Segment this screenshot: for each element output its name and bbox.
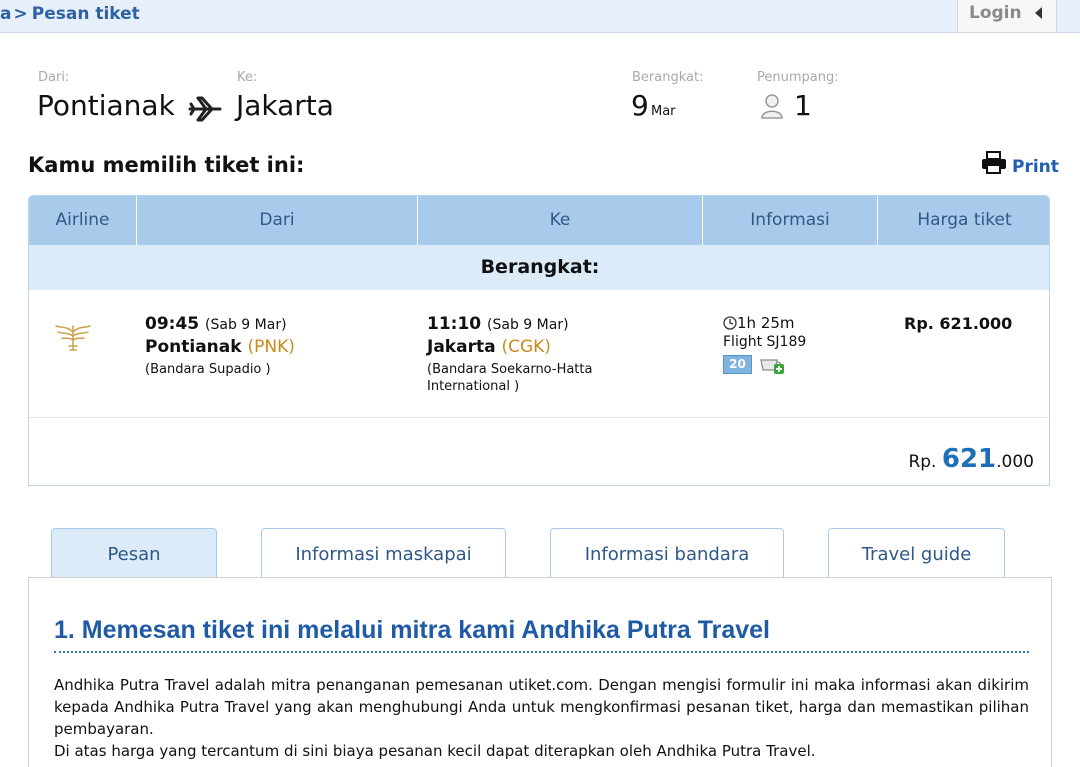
printer-icon[interactable] — [981, 151, 1007, 175]
flight-duration: 1h 25m — [723, 314, 795, 332]
departure-group-label: Berangkat: — [29, 245, 1049, 290]
panel-description: Andhika Putra Travel adalah mitra penang… — [54, 674, 1029, 762]
panel-paragraph-2: Di atas harga yang tercantum di sini bia… — [54, 742, 816, 760]
arrival-city-name: Jakarta — [427, 337, 496, 357]
panel-title: 1. Memesan tiket ini melalui mitra kami … — [54, 616, 771, 644]
login-label: Login — [969, 3, 1022, 23]
depart-day: 9 — [631, 89, 649, 122]
passenger-label: Penumpang: — [757, 70, 839, 85]
departure-time: 09:45 (Sab 9 Mar) — [145, 314, 287, 334]
panel-paragraph-1: Andhika Putra Travel adalah mitra penang… — [54, 676, 1029, 738]
breadcrumb: a > Pesan tiket — [0, 4, 140, 24]
login-button[interactable]: Login — [957, 0, 1057, 33]
baggage-icon: 20 — [723, 355, 752, 374]
header-to: Ke — [418, 196, 703, 245]
departure-city-name: Pontianak — [145, 337, 242, 357]
duration-value: 1h 25m — [737, 314, 795, 332]
to-label: Ke: — [237, 70, 258, 85]
tab-travel-guide[interactable]: Travel guide — [828, 528, 1005, 578]
arrival-time-value: 11:10 — [427, 314, 482, 334]
total-prefix: Rp. — [908, 452, 937, 472]
caret-left-icon — [1035, 7, 1042, 19]
departure-code: (PNK) — [247, 337, 295, 357]
plane-icon — [188, 96, 222, 122]
arrival-airport-line1: (Bandara Soekarno-Hatta — [427, 362, 593, 377]
arrival-day: (Sab 9 Mar) — [487, 317, 569, 333]
breadcrumb-current: Pesan tiket — [31, 4, 140, 24]
header-price: Harga tiket — [917, 210, 1012, 230]
departure-city: Pontianak (PNK) — [145, 337, 295, 357]
arrival-airport: (Bandara Soekarno-Hatta International ) — [427, 361, 667, 395]
total-price: Rp. 621.000 — [908, 444, 1034, 474]
meal-icon — [760, 359, 784, 374]
depart-month: Mar — [651, 104, 676, 119]
departure-time-value: 09:45 — [145, 314, 200, 334]
airline-logo — [55, 325, 91, 351]
header-airline: Airline — [29, 196, 137, 245]
table-header: Airline Dari Ke Informasi Harga tiket — [29, 196, 1049, 245]
dotted-divider — [54, 651, 1029, 653]
tab-informasi-maskapai[interactable]: Informasi maskapai — [261, 528, 506, 578]
from-city: Pontianak — [37, 89, 175, 122]
ticket-table: Airline Dari Ke Informasi Harga tiket Be… — [28, 195, 1050, 486]
tab-informasi-bandara[interactable]: Informasi bandara — [550, 528, 784, 578]
total-suffix: .000 — [996, 452, 1034, 472]
print-link[interactable]: Print — [1012, 157, 1059, 177]
to-city: Jakarta — [236, 89, 334, 122]
arrival-city: Jakarta (CGK) — [427, 337, 551, 357]
depart-label: Berangkat: — [632, 70, 704, 85]
person-icon — [761, 94, 783, 119]
section-title: Kamu memilih tiket ini: — [28, 153, 305, 177]
tab-pesan[interactable]: Pesan — [51, 528, 217, 578]
table-row[interactable]: 09:45 (Sab 9 Mar) Pontianak (PNK) (Banda… — [29, 290, 1049, 418]
header-from: Dari — [137, 196, 418, 245]
total-amount: 621 — [941, 444, 997, 474]
breadcrumb-prev[interactable]: a — [0, 4, 11, 24]
arrival-code: (CGK) — [501, 337, 551, 357]
total-row: Rp. 621.000 — [29, 418, 1049, 485]
booking-panel: 1. Memesan tiket ini melalui mitra kami … — [28, 577, 1052, 767]
departure-airport: (Bandara Supadio ) — [145, 362, 271, 377]
clock-icon — [723, 316, 737, 330]
arrival-time: 11:10 (Sab 9 Mar) — [427, 314, 569, 334]
ticket-price: Rp. 621.000 — [904, 314, 1013, 333]
header-info: Informasi — [703, 196, 878, 245]
departure-day: (Sab 9 Mar) — [205, 317, 287, 333]
flight-number: Flight SJ189 — [723, 334, 807, 350]
from-label: Dari: — [38, 70, 70, 85]
top-bar: a > Pesan tiket Login — [0, 0, 1080, 33]
breadcrumb-separator: > — [13, 4, 28, 24]
passenger-count: 1 — [794, 89, 812, 122]
arrival-airport-line2: International ) — [427, 379, 520, 394]
